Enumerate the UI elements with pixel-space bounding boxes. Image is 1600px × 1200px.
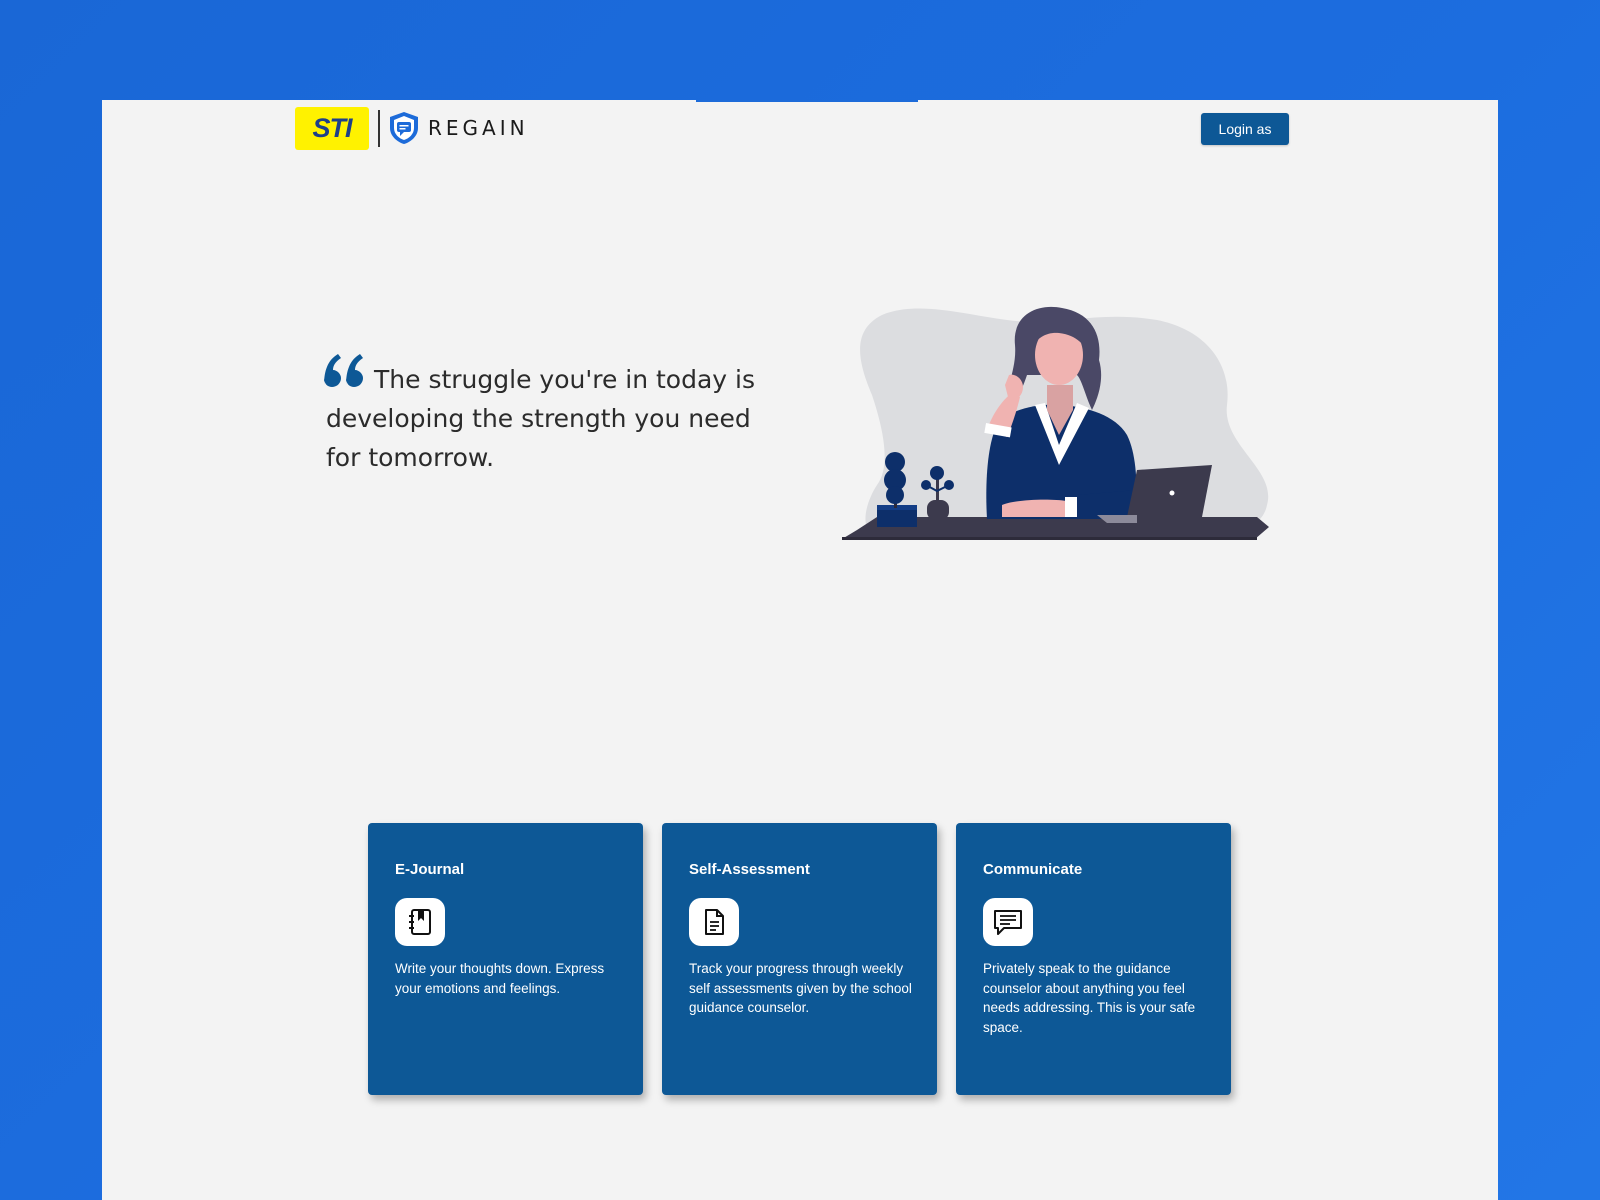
sti-logo[interactable]: STI <box>295 107 369 150</box>
card-self-assessment[interactable]: Self-Assessment Track your progress thro… <box>662 823 937 1095</box>
quote-mark-icon <box>324 354 363 387</box>
card-description: Privately speak to the guidance counselo… <box>983 961 1196 1035</box>
hero-quote: The struggle you're in today is developi… <box>324 354 786 477</box>
journal-bookmark-icon <box>395 898 445 946</box>
regain-shield-icon <box>390 112 418 144</box>
card-communicate[interactable]: Communicate Privately speak to the guida… <box>956 823 1231 1095</box>
card-e-journal[interactable]: E-Journal Write your thoughts down. Expr… <box>368 823 643 1095</box>
chat-message-icon <box>983 898 1033 946</box>
feature-cards: E-Journal Write your thoughts down. Expr… <box>368 823 1231 1095</box>
woman-at-desk-illustration <box>842 306 1269 540</box>
browser-viewport: STI REGAIN Login as The struggle you're … <box>102 100 1498 1200</box>
login-as-button[interactable]: Login as <box>1201 113 1289 145</box>
document-icon <box>689 898 739 946</box>
card-title: Communicate <box>983 861 1083 878</box>
card-description: Write your thoughts down. Express your e… <box>395 961 605 996</box>
card-title: Self-Assessment <box>689 861 810 878</box>
card-title: E-Journal <box>395 861 465 878</box>
quote-text: The struggle you're in today is developi… <box>326 365 756 472</box>
navbar: STI REGAIN Login as <box>102 100 1498 158</box>
card-description: Track your progress through weekly self … <box>689 961 912 1015</box>
logo-divider <box>378 110 380 147</box>
sti-logo-text: STI <box>312 113 352 143</box>
brand-name: REGAIN <box>428 116 529 140</box>
